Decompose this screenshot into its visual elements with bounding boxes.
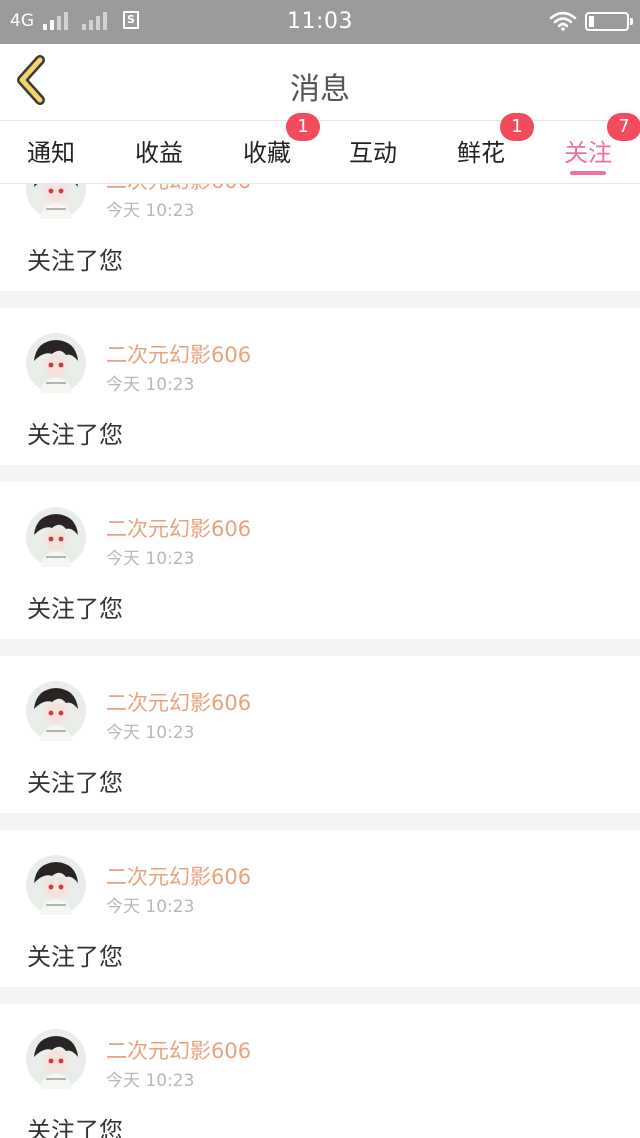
list-item[interactable]: 二次元幻影606 今天 10:23 关注了您	[0, 308, 640, 465]
avatar[interactable]	[26, 681, 86, 741]
username[interactable]: 二次元幻影606	[106, 513, 251, 543]
status-bar: 4G S 11:03	[0, 0, 640, 44]
tab-interactions[interactable]: 互动	[323, 121, 423, 183]
username[interactable]: 二次元幻影606	[106, 687, 251, 717]
username[interactable]: 二次元幻影606	[106, 861, 251, 891]
page-title: 消息	[290, 72, 350, 107]
clock: 11:03	[287, 9, 353, 34]
timestamp: 今天 10:23	[106, 375, 195, 395]
list-item[interactable]: 二次元幻影606 今天 10:23 关注了您	[0, 482, 640, 639]
tab-label: 通知	[27, 139, 75, 167]
tab-label: 互动	[349, 139, 397, 167]
list-item[interactable]: 二次元幻影606 今天 10:23 关注了您	[0, 1004, 640, 1138]
message-text: 关注了您	[27, 769, 123, 797]
username[interactable]: 二次元幻影606	[106, 1035, 251, 1065]
active-tab-indicator	[570, 171, 606, 175]
avatar[interactable]	[26, 333, 86, 393]
list-item[interactable]: 二次元幻影606 今天 10:23 关注了您	[0, 656, 640, 813]
timestamp: 今天 10:23	[106, 201, 195, 221]
tab-label: 收藏	[243, 139, 291, 167]
message-text: 关注了您	[27, 1117, 123, 1138]
tab-label: 收益	[135, 139, 183, 167]
message-text: 关注了您	[27, 247, 123, 275]
username[interactable]: 二次元幻影606	[106, 184, 251, 195]
avatar[interactable]	[26, 855, 86, 915]
battery-icon	[585, 12, 633, 31]
avatar[interactable]	[26, 507, 86, 567]
tab-notifications[interactable]: 通知	[1, 121, 101, 183]
list-item[interactable]: 二次元幻影606 今天 10:23 关注了您	[0, 184, 640, 291]
timestamp: 今天 10:23	[106, 1071, 195, 1091]
avatar[interactable]	[26, 1029, 86, 1089]
timestamp: 今天 10:23	[106, 723, 195, 743]
message-list[interactable]: 二次元幻影606 今天 10:23 关注了您 二次元幻影606 今天 10:23…	[0, 184, 640, 1138]
username[interactable]: 二次元幻影606	[106, 339, 251, 369]
badge-favorites: 1	[286, 113, 320, 141]
badge-flowers: 1	[500, 113, 534, 141]
header: 消息	[0, 44, 640, 121]
tab-favorites[interactable]: 收藏 1	[217, 113, 320, 183]
tab-earnings[interactable]: 收益	[109, 121, 209, 183]
avatar[interactable]	[26, 184, 86, 219]
timestamp: 今天 10:23	[106, 549, 195, 569]
tab-label: 鲜花	[457, 139, 505, 167]
timestamp: 今天 10:23	[106, 897, 195, 917]
wifi-icon	[549, 11, 577, 31]
message-text: 关注了您	[27, 943, 123, 971]
tab-label: 关注	[564, 139, 612, 167]
message-text: 关注了您	[27, 421, 123, 449]
message-text: 关注了您	[27, 595, 123, 623]
tab-flowers[interactable]: 鲜花 1	[431, 113, 534, 183]
tab-follows[interactable]: 关注 7	[538, 113, 640, 183]
tab-bar: 通知 收益 收藏 1 互动 鲜花 1 关注 7	[0, 113, 640, 184]
badge-follows: 7	[607, 113, 640, 141]
list-item[interactable]: 二次元幻影606 今天 10:23 关注了您	[0, 830, 640, 987]
